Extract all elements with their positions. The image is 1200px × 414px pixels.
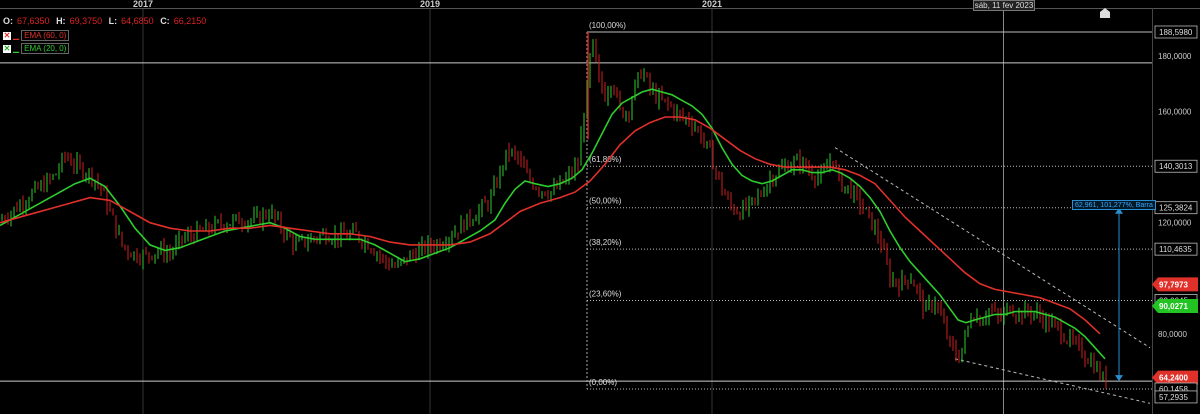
ema-series xyxy=(0,88,1106,360)
fib-level-label: (100,00%) xyxy=(589,21,626,30)
price-tag: 140,3013 xyxy=(1159,162,1193,171)
low-label: L: xyxy=(108,16,118,26)
ohlc-readout: O: 67,6350 H: 69,3750 L: 64,6850 C: 66,2150 xyxy=(3,16,210,26)
price-tag: 64,2400 xyxy=(1159,374,1188,383)
price-tick: 80,0000 xyxy=(1158,330,1187,339)
chart-grid xyxy=(0,8,1200,414)
year-label: 2021 xyxy=(702,0,722,9)
price-tag: 57,2935 xyxy=(1159,393,1188,402)
price-tick: 160,0000 xyxy=(1158,107,1192,116)
measure-tool[interactable] xyxy=(1072,207,1152,382)
price-tick: 180,0000 xyxy=(1158,52,1192,61)
price-tag: 110,4635 xyxy=(1159,245,1192,254)
fib-level-label: (0,00%) xyxy=(589,378,617,387)
year-label: 2019 xyxy=(420,0,440,9)
home-icon[interactable] xyxy=(1100,8,1110,18)
fibonacci-levels[interactable]: (100,00%)(61,80%)(50,00%)(38,20%)(23,60%… xyxy=(586,21,1152,390)
price-chart[interactable]: (100,00%)(61,80%)(50,00%)(38,20%)(23,60%… xyxy=(0,0,1200,414)
high-label: H: xyxy=(56,16,66,26)
ema-line xyxy=(0,88,1106,360)
indicator-ema20[interactable]: ✕ ▁ EMA (20, 0) xyxy=(3,43,70,54)
high-value: 69,3750 xyxy=(69,16,103,26)
close-value: 66,2150 xyxy=(173,16,207,26)
time-axis: 2017 2019 2021 xyxy=(133,0,722,9)
close-label: C: xyxy=(160,16,170,26)
price-tag: 97,7973 xyxy=(1159,280,1188,289)
indicator-ema60[interactable]: ✕ ▁ EMA (60, 0) xyxy=(3,30,70,41)
price-tick: 120,0000 xyxy=(1158,219,1192,228)
open-label: O: xyxy=(3,16,13,26)
fib-level-label: (23,60%) xyxy=(589,289,622,298)
low-value: 64,6850 xyxy=(121,16,154,26)
measure-label[interactable]: 62,961, 101,277%, Barra xyxy=(1072,200,1156,210)
fib-level-label: (50,00%) xyxy=(589,197,622,206)
horizontal-lines xyxy=(0,62,1152,382)
crosshair-date: sáb, 11 fev 2023 xyxy=(973,0,1035,11)
price-axis[interactable]: 180,0000 160,0000 120,0000 80,0000 188,5980 1… xyxy=(1152,25,1198,404)
year-label: 2017 xyxy=(133,0,153,9)
fib-level-label: (38,20%) xyxy=(589,238,622,247)
price-tag: 188,5980 xyxy=(1159,28,1193,37)
close-icon[interactable]: ✕ xyxy=(3,31,11,40)
line-icon: ▁ xyxy=(13,44,20,53)
close-icon[interactable]: ✕ xyxy=(3,44,11,53)
line-icon: ▁ xyxy=(13,31,20,40)
trendline xyxy=(834,147,1151,349)
indicator-name[interactable]: EMA (20, 0) xyxy=(21,43,70,54)
open-value: 67,6350 xyxy=(17,16,50,26)
measure-arrow-down xyxy=(1115,375,1123,382)
price-tag: 125,3824 xyxy=(1159,204,1193,213)
price-tag: 90,0271 xyxy=(1159,302,1188,311)
indicator-name[interactable]: EMA (60, 0) xyxy=(21,30,70,41)
price-candles xyxy=(1,32,1107,389)
trendlines[interactable] xyxy=(834,147,1151,404)
